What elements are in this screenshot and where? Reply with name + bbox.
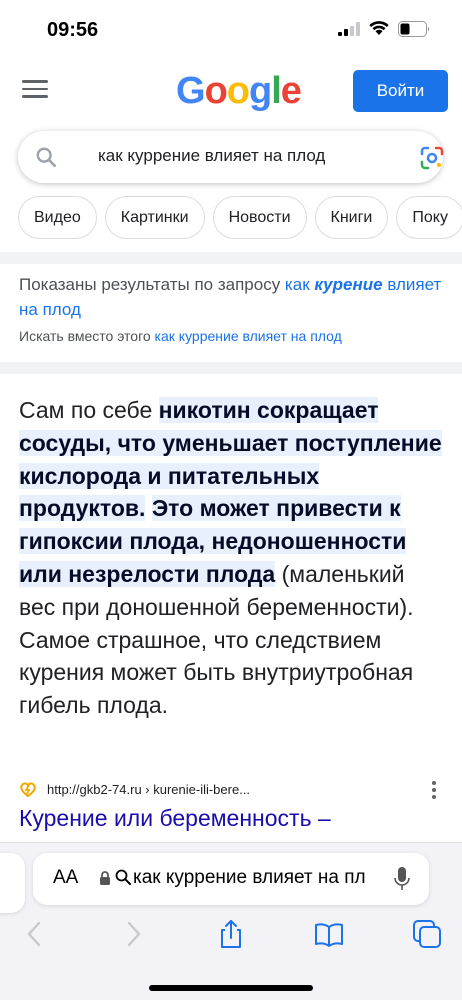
section-divider: [0, 362, 462, 374]
back-arrow-icon[interactable]: [20, 919, 50, 949]
browser-toolbar: AA как куррение влияет на пл: [0, 842, 462, 1000]
reader-options-button[interactable]: AA: [53, 867, 78, 889]
google-logo[interactable]: Google: [176, 70, 302, 113]
filter-chips: Видео Картинки Новости Книги Поку: [18, 196, 462, 240]
search-input[interactable]: как куррение влияет на плод: [98, 146, 325, 166]
chip-video[interactable]: Видео: [18, 196, 97, 239]
showing-results-for: Показаны результаты по запросу как курен…: [19, 275, 442, 319]
microphone-icon[interactable]: [394, 866, 410, 892]
more-options-icon[interactable]: [431, 781, 437, 801]
result-source: http://gkb2-74.ru › kurenie-ili-bere...: [19, 779, 444, 801]
chip-shopping[interactable]: Поку: [396, 196, 462, 239]
site-favicon-icon: [20, 782, 36, 798]
sign-in-button[interactable]: Войти: [353, 70, 448, 112]
section-divider: [0, 252, 462, 264]
address-text[interactable]: как куррение влияет на пл: [133, 867, 383, 889]
result-url[interactable]: http://gkb2-74.ru › kurenie-ili-bere...: [47, 782, 250, 797]
chip-books[interactable]: Книги: [314, 196, 389, 239]
spelling-correction: Показаны результаты по запросу как курен…: [19, 272, 444, 344]
tabs-icon[interactable]: [412, 919, 442, 949]
battery-icon: [398, 21, 430, 37]
address-bar[interactable]: AA как куррение влияет на пл: [33, 853, 429, 905]
lock-icon: [100, 871, 110, 885]
featured-snippet-text: Сам по себе никотин сокращает сосуды, чт…: [19, 397, 442, 719]
forward-arrow-icon[interactable]: [118, 919, 148, 949]
hamburger-menu-icon[interactable]: [22, 80, 48, 102]
original-query-link[interactable]: как куррение влияет на плод: [155, 328, 342, 344]
status-time: 09:56: [47, 19, 99, 41]
status-bar: 09:56: [0, 0, 462, 60]
google-lens-icon[interactable]: [419, 145, 445, 171]
search-icon: [36, 147, 56, 167]
search-icon: [115, 869, 131, 885]
previous-tab-peek[interactable]: [0, 853, 25, 913]
search-box[interactable]: как куррение влияет на плод: [18, 131, 445, 183]
bookmarks-icon[interactable]: [314, 919, 344, 949]
chip-news[interactable]: Новости: [212, 196, 307, 239]
share-icon[interactable]: [216, 919, 246, 949]
home-indicator[interactable]: [149, 985, 313, 991]
search-instead: Искать вместо этого как куррение влияет …: [19, 328, 342, 344]
chip-images[interactable]: Картинки: [104, 196, 205, 239]
cellular-signal-icon: [338, 22, 360, 36]
result-title-link[interactable]: Курение или беременность –: [19, 805, 331, 832]
wifi-icon: [369, 21, 389, 35]
